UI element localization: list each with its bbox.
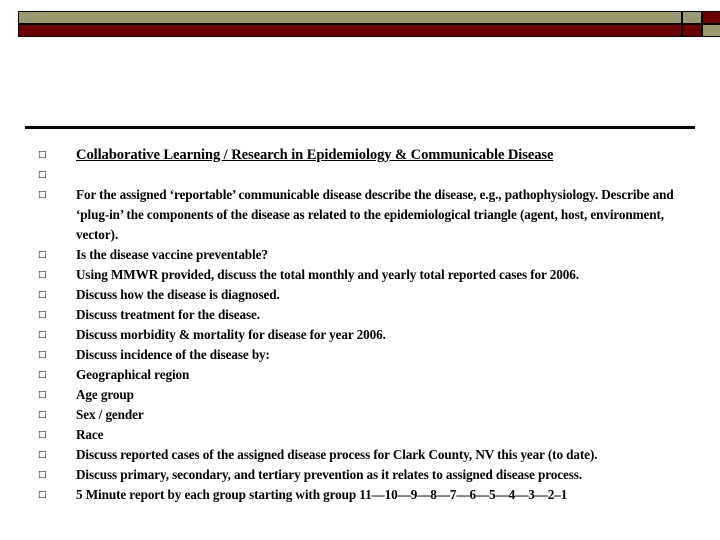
list-item: □ Race [0, 425, 720, 445]
list-item: □ For the assigned ‘reportable’ communica… [0, 185, 720, 245]
list-item-label: Is the disease vaccine preventable? [76, 247, 268, 262]
list-item-label [76, 165, 720, 185]
square-bullet-icon: □ [38, 270, 47, 280]
list-item: □ Using MMWR provided, discuss the total … [0, 265, 720, 285]
list-item-label: Discuss primary, secondary, and tertiary… [76, 467, 582, 482]
square-bullet-icon: □ [38, 310, 47, 320]
banner-checker-top-right [702, 11, 720, 24]
list-item-label: Discuss reported cases of the assigned d… [76, 447, 598, 462]
square-bullet-icon: □ [38, 170, 47, 180]
square-bullet-icon: □ [38, 490, 47, 500]
square-bullet-icon: □ [38, 370, 47, 380]
bullet-list: □ Collaborative Learning / Research in Ep… [0, 145, 720, 505]
list-item: □ Sex / gender [0, 405, 720, 425]
list-item: □ Discuss reported cases of the assigned … [0, 445, 720, 465]
list-item-label: Discuss incidence of the disease by: [76, 347, 270, 362]
square-bullet-icon: □ [38, 290, 47, 300]
square-bullet-icon: □ [38, 250, 47, 260]
list-item-label: Using MMWR provided, discuss the total m… [76, 267, 579, 282]
square-bullet-icon: □ [38, 470, 47, 480]
list-item: □ Discuss how the disease is diagnosed. [0, 285, 720, 305]
banner-bar-khaki [18, 11, 682, 24]
list-item: □ Is the disease vaccine preventable? [0, 245, 720, 265]
square-bullet-icon: □ [38, 430, 47, 440]
list-item: □ Discuss incidence of the disease by: [0, 345, 720, 365]
list-item: □ [0, 165, 720, 185]
list-item-label: 5 Minute report by each group starting w… [76, 487, 568, 502]
list-item-label: Discuss how the disease is diagnosed. [76, 287, 280, 302]
square-bullet-icon: □ [38, 390, 47, 400]
slide-header-banner [18, 11, 720, 38]
list-item-label: Geographical region [76, 367, 190, 382]
list-item-label: For the assigned ‘reportable’ communicab… [76, 187, 674, 242]
list-item: □ Discuss treatment for the disease. [0, 305, 720, 325]
list-item: □ 5 Minute report by each group starting … [0, 485, 720, 505]
list-item-label: Sex / gender [76, 407, 144, 422]
banner-checker-bottom-left [682, 24, 702, 37]
square-bullet-icon: □ [38, 330, 47, 340]
page-title: Collaborative Learning / Research in Epi… [76, 147, 554, 163]
list-item: □ Geographical region [0, 365, 720, 385]
square-bullet-icon: □ [38, 410, 47, 420]
slide-title-bullet: □ Collaborative Learning / Research in Ep… [0, 145, 720, 165]
list-item-label: Discuss treatment for the disease. [76, 307, 261, 322]
list-item-label: Race [76, 427, 104, 442]
content-divider [25, 126, 695, 129]
slide-content: □ Collaborative Learning / Research in Ep… [0, 126, 720, 502]
list-item-label: Age group [76, 387, 134, 402]
square-bullet-icon: □ [38, 350, 47, 360]
square-bullet-icon: □ [38, 190, 47, 200]
list-item: □ Discuss primary, secondary, and tertiar… [0, 465, 720, 485]
list-item: □ Discuss morbidity & mortality for disea… [0, 325, 720, 345]
banner-checker-bottom-right [702, 24, 720, 37]
banner-checker-top-left [682, 11, 702, 24]
square-bullet-icon: □ [38, 150, 47, 160]
square-bullet-icon: □ [38, 450, 47, 460]
list-item-label: Discuss morbidity & mortality for diseas… [76, 327, 386, 342]
banner-bar-maroon [18, 24, 682, 37]
list-item: □ Age group [0, 385, 720, 405]
